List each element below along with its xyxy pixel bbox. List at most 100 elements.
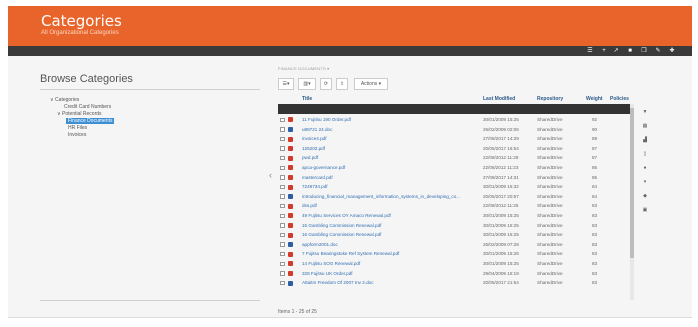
row-last-modified: 27/08/2017 14:29 xyxy=(483,136,519,142)
tree-item-potential-records[interactable]: ∨ Potential Records xyxy=(57,111,102,117)
chart-icon[interactable]: ▟ xyxy=(639,136,651,144)
row-checkbox[interactable] xyxy=(280,155,285,161)
row-checkbox[interactable] xyxy=(280,232,285,238)
column-repository[interactable]: Repository xyxy=(537,96,563,102)
row-title-link[interactable]: 125202.pdf xyxy=(302,145,325,153)
lock-icon[interactable]: ■ xyxy=(626,47,634,55)
row-repository: SharedDrive xyxy=(537,261,563,266)
row-title-link[interactable]: 49 Fujitsu Services OY Amaco Renewal.pdf xyxy=(302,212,391,220)
scrollbar-thumb[interactable] xyxy=(630,108,634,258)
calendar-icon[interactable]: ▦ xyxy=(639,122,651,130)
row-title-link[interactable]: invoice4.pdf xyxy=(302,135,327,143)
row-checkbox[interactable] xyxy=(280,203,285,209)
table-row[interactable]: 125202.pdf 20/05/2017 16:54 SharedDrive 87 xyxy=(278,145,633,153)
row-weight: 83 xyxy=(592,232,598,238)
row-checkbox[interactable] xyxy=(280,194,285,199)
row-checkbox[interactable] xyxy=(280,213,285,219)
table-row[interactable]: 14 Fujitsu SOG Renewal.pdf 30/01/2009 15:… xyxy=(278,260,633,268)
row-checkbox[interactable] xyxy=(280,184,285,190)
table-row[interactable]: 11 Fujitsu 190 Order.pdf 30/01/2009 15:25… xyxy=(278,116,633,124)
filter-icon[interactable]: ▼ xyxy=(639,108,651,116)
tree-item-finance-documents[interactable]: Finance Documents xyxy=(66,118,115,124)
table-row[interactable]: appform2001.doc 26/02/2009 07:28 SharedDri… xyxy=(278,241,633,249)
word-file-icon xyxy=(288,280,293,286)
columns-button[interactable]: ▥▾ xyxy=(298,78,316,90)
table-row[interactable]: 15 Gambling Commission Renewal.pdf 30/01/… xyxy=(278,222,633,230)
row-title-link[interactable]: 7 Fujitsu Bearingstoke Ref System Renewa… xyxy=(302,250,399,258)
settings-icon[interactable]: ▣ xyxy=(639,206,651,214)
row-title-link[interactable]: 7249734.pdf xyxy=(302,183,328,191)
row-title-link[interactable]: apca-governance.pdf xyxy=(302,164,345,172)
refresh-button[interactable]: ⟳ xyxy=(320,78,332,90)
add-icon[interactable]: ✚ xyxy=(668,47,676,55)
table-row[interactable]: invoice4.pdf 27/08/2017 14:29 SharedDrive 8… xyxy=(278,135,633,143)
row-checkbox[interactable] xyxy=(280,280,285,286)
share-icon[interactable]: ↗ xyxy=(612,47,620,55)
row-title-link[interactable]: dss.pdf xyxy=(302,202,317,210)
column-title[interactable]: Title xyxy=(302,96,312,102)
row-title-link[interactable]: pwd.pdf xyxy=(302,154,318,162)
row-checkbox[interactable] xyxy=(280,223,285,228)
cart-icon[interactable]: ▾ xyxy=(639,178,651,186)
tag-icon[interactable]: ◆ xyxy=(639,192,651,200)
list-icon[interactable]: ☰ xyxy=(586,47,594,55)
copy-icon[interactable]: ❐ xyxy=(640,47,648,55)
table-row[interactable]: apca-governance.pdf 22/08/2012 11:23 Share… xyxy=(278,164,633,172)
row-checkbox[interactable] xyxy=(280,127,285,132)
table-row[interactable]: mastercard.pdf 27/08/2017 14:31 SharedDriv… xyxy=(278,174,633,182)
row-checkbox[interactable] xyxy=(280,146,285,151)
collapse-sidebar-icon[interactable]: ‹ xyxy=(269,170,272,180)
tree-item-categories[interactable]: ∨ Categories xyxy=(50,97,79,103)
table-row[interactable]: Attaitm Freedom Of 2007 Inv 2.doc 20/05/2… xyxy=(278,279,633,287)
export-button[interactable]: ⇪ xyxy=(336,78,348,90)
column-last-modified[interactable]: Last Modified xyxy=(483,96,515,102)
column-weight[interactable]: Weight xyxy=(586,96,603,102)
row-last-modified: 26/02/2009 07:28 xyxy=(483,241,519,247)
table-row[interactable]: 328 Fujitsu UK Order.pdf 29/04/2009 15:19… xyxy=(278,270,633,278)
row-title-link[interactable]: 328 Fujitsu UK Order.pdf xyxy=(302,270,353,278)
row-checkbox[interactable] xyxy=(280,117,285,123)
row-title-link[interactable]: 15 Gambling Commission Renewal.pdf xyxy=(302,222,381,230)
edit-icon[interactable]: ✎ xyxy=(654,47,662,55)
table-row[interactable]: 16 Gambling Commission Renewal.pdf 30/01/… xyxy=(278,231,633,239)
plus-icon[interactable]: + xyxy=(600,47,608,55)
row-checkbox[interactable] xyxy=(280,271,285,276)
tree-item-invoices[interactable]: Invoices xyxy=(68,132,86,138)
table-row[interactable]: 7 Fujitsu Bearingstoke Ref System Renewa… xyxy=(278,250,633,258)
row-checkbox[interactable] xyxy=(280,136,285,142)
user-icon[interactable]: ● xyxy=(639,164,651,172)
table-row[interactable]: 7249734.pdf 30/01/2009 15:32 SharedDrive 84 xyxy=(278,183,633,191)
tree-item-hr-files[interactable]: HR Files xyxy=(68,125,87,131)
row-last-modified: 30/01/2009 15:25 xyxy=(483,117,519,122)
table-row[interactable]: dss.pdf 22/08/2012 11:25 SharedDrive 83 xyxy=(278,202,633,210)
row-title-link[interactable]: 11 Fujitsu 190 Order.pdf xyxy=(302,116,351,124)
action-toolbar: ☰ + ↗ ■ ❐ ✎ ✚ xyxy=(8,46,692,56)
filter-row xyxy=(278,104,633,114)
row-title-link[interactable]: Attaitm Freedom Of 2007 Inv 2.doc xyxy=(302,279,374,287)
actions-dropdown[interactable]: Actions ▾ xyxy=(354,78,388,90)
row-title-link[interactable]: u89721 24.doc xyxy=(302,126,332,134)
row-checkbox[interactable] xyxy=(280,165,285,171)
table-scrollbar[interactable] xyxy=(630,104,634,300)
pdf-file-icon xyxy=(288,222,293,228)
row-title-link[interactable]: mastercard.pdf xyxy=(302,174,333,182)
table-row[interactable]: introducing_financial_management_informa… xyxy=(278,193,633,201)
row-checkbox[interactable] xyxy=(280,242,285,247)
row-title-link[interactable]: 16 Gambling Commission Renewal.pdf xyxy=(302,231,381,239)
row-checkbox[interactable] xyxy=(280,251,285,257)
document-icon[interactable]: ▯ xyxy=(639,150,651,158)
pdf-file-icon xyxy=(288,261,293,267)
row-checkbox[interactable] xyxy=(280,175,285,180)
tree-item-credit-card-numbers[interactable]: Credit Card Numbers xyxy=(64,104,111,110)
row-repository: SharedDrive xyxy=(537,193,563,199)
row-title-link[interactable]: 14 Fujitsu SOG Renewal.pdf xyxy=(302,260,360,268)
table-row[interactable]: u89721 24.doc 26/02/2009 02:06 SharedDrive… xyxy=(278,126,633,134)
row-checkbox[interactable] xyxy=(280,261,285,267)
view-toggle-button[interactable]: ☰▾ xyxy=(278,78,294,90)
breadcrumb[interactable]: FINANCE DOCUMENTS ▾ xyxy=(278,66,329,71)
table-row[interactable]: 49 Fujitsu Services OY Amaco Renewal.pdf… xyxy=(278,212,633,220)
column-policies[interactable]: Policies xyxy=(610,96,629,102)
table-row[interactable]: pwd.pdf 22/08/2012 11:28 SharedDrive 87 xyxy=(278,154,633,162)
row-title-link[interactable]: appform2001.doc xyxy=(302,241,338,249)
row-title-link[interactable]: introducing_financial_management_informa… xyxy=(302,193,460,201)
